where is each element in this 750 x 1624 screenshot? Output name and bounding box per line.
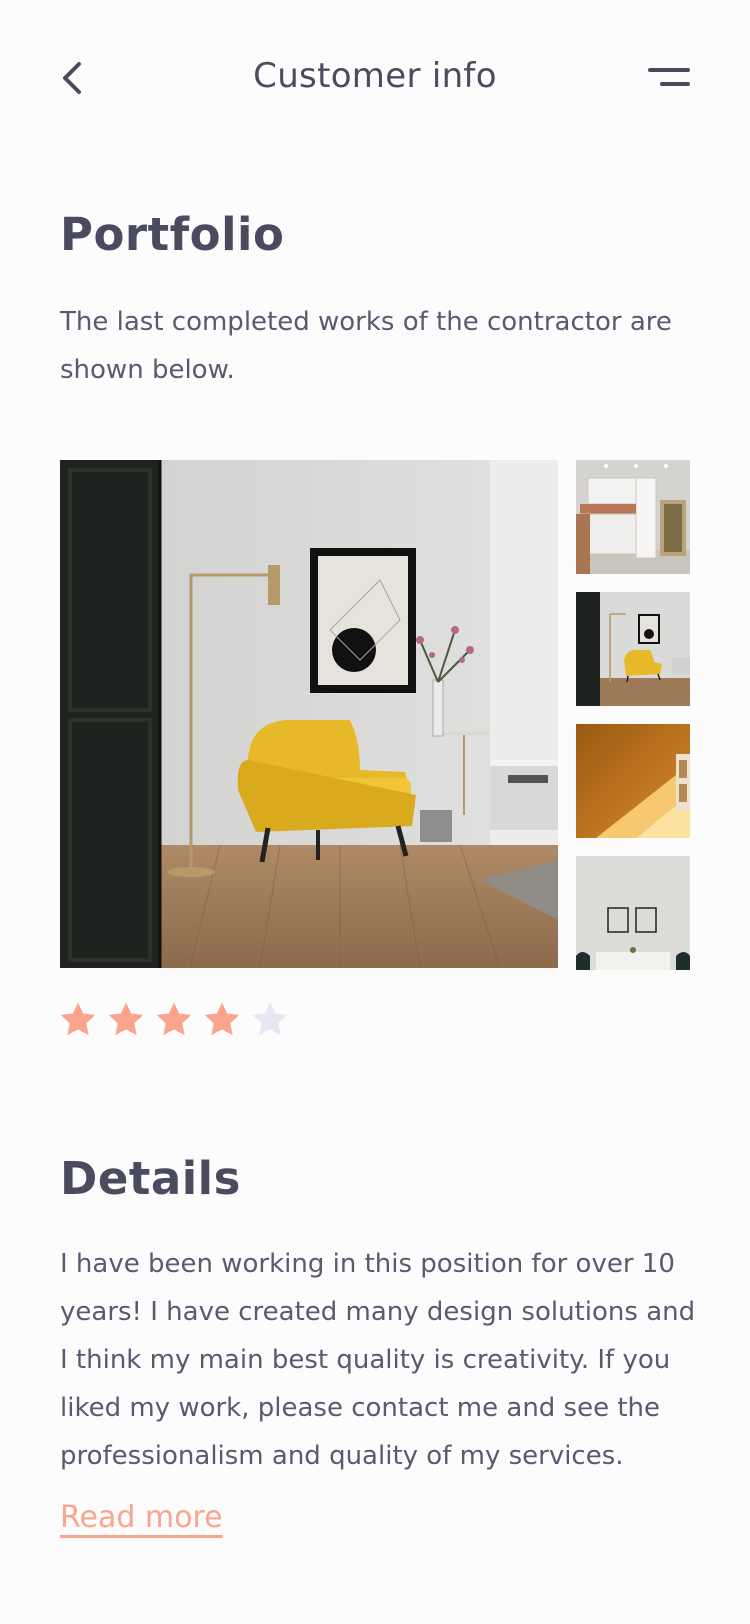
details-title: Details: [60, 1152, 241, 1205]
portfolio-title: Portfolio: [60, 208, 285, 261]
top-bar: Customer info: [0, 0, 750, 160]
portfolio-thumbnail-dining-room[interactable]: [576, 856, 690, 970]
living-room-yellow-armchair-image: [60, 460, 558, 968]
portfolio-thumbnail-kitchen[interactable]: [576, 460, 690, 574]
white-kitchen-image: [576, 460, 690, 574]
details-text: I have been working in this position for…: [60, 1249, 696, 1471]
page-title: Customer info: [253, 56, 497, 96]
star-filled-icon: [108, 1002, 144, 1036]
orange-wall-with-light-image: [576, 724, 690, 838]
menu-button[interactable]: [648, 62, 692, 94]
star-filled-icon: [204, 1002, 240, 1036]
rating-stars: [58, 1000, 290, 1044]
star-empty-icon: [252, 1002, 288, 1036]
menu-icon: [648, 68, 690, 86]
star-filled-icon: [60, 1002, 96, 1036]
portfolio-description: The last completed works of the contract…: [60, 307, 672, 385]
living-room-yellow-armchair-thumbnail-image: [576, 592, 690, 706]
portfolio-thumbnail-armchair[interactable]: [576, 592, 690, 706]
read-more-link[interactable]: Read more: [60, 1500, 223, 1535]
portfolio-thumbnail-orange-wall[interactable]: [576, 724, 690, 838]
dining-room-frames-image: [576, 856, 690, 970]
portfolio-main-image[interactable]: [60, 460, 558, 968]
star-filled-icon: [156, 1002, 192, 1036]
